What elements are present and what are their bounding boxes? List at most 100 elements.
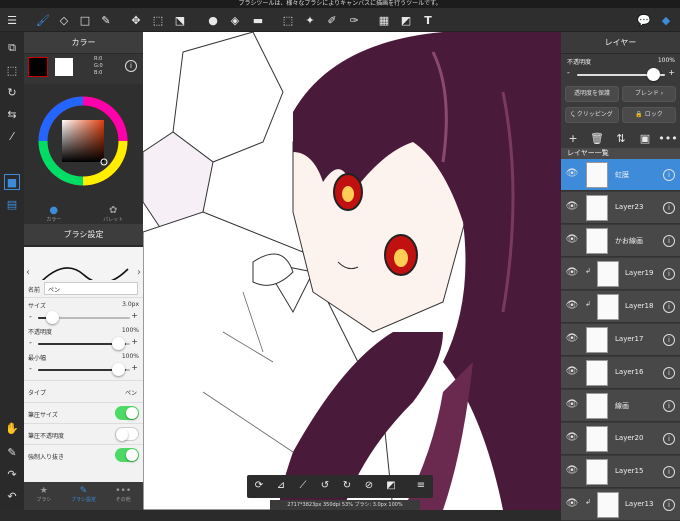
- mesh-transform-icon[interactable]: ⬔: [172, 12, 188, 28]
- visibility-eye-icon[interactable]: 👁: [565, 432, 579, 446]
- image-import-icon[interactable]: ▣: [637, 130, 653, 146]
- snap-off-icon[interactable]: ⟋: [296, 479, 310, 493]
- layer-row[interactable]: 👁 線画 i: [561, 390, 680, 422]
- visibility-eye-icon[interactable]: 👁: [565, 168, 579, 182]
- visibility-eye-icon[interactable]: 👁: [565, 234, 579, 248]
- rectangle-tool-icon[interactable]: □: [77, 12, 93, 28]
- redo-arrow-icon[interactable]: ↻: [340, 479, 354, 493]
- ruler-icon[interactable]: ⊿: [274, 479, 288, 493]
- reference-icon[interactable]: ◩: [384, 479, 398, 493]
- layer-info-icon[interactable]: i: [663, 367, 675, 379]
- layer-info-icon[interactable]: i: [663, 235, 675, 247]
- color-wheel[interactable]: [24, 84, 143, 202]
- transform-tool-icon[interactable]: ⬚: [150, 12, 166, 28]
- opacity-minus-icon[interactable]: -: [29, 338, 32, 347]
- layer-info-icon[interactable]: i: [663, 301, 675, 313]
- rotate-view-icon[interactable]: ⟳: [252, 479, 266, 493]
- pressure-opacity-toggle[interactable]: [115, 427, 139, 441]
- layer-row[interactable]: 👁 Layer17 i: [561, 324, 680, 356]
- size-plus-icon[interactable]: +: [131, 311, 138, 320]
- size-minus-icon[interactable]: -: [29, 312, 32, 321]
- rotate-canvas-icon[interactable]: ↻: [4, 84, 20, 100]
- eyedropper-icon[interactable]: ⁄: [4, 128, 20, 144]
- layer-row[interactable]: 👁 虹膜 i: [561, 159, 680, 191]
- brush-name-field[interactable]: ペン: [44, 282, 138, 295]
- opacity-plus-icon[interactable]: +: [131, 337, 138, 346]
- layer-opacity-knob[interactable]: [647, 68, 660, 81]
- next-brush-icon[interactable]: ›: [137, 267, 141, 278]
- color-wheel-area[interactable]: [24, 84, 143, 202]
- magic-wand-icon[interactable]: ✦: [302, 12, 318, 28]
- eraser-tool-icon[interactable]: ◇: [56, 12, 72, 28]
- layer-row[interactable]: 👁 ↲ Layer19 i: [561, 258, 680, 290]
- frame-fill-icon[interactable]: ◩: [398, 12, 414, 28]
- visibility-eye-icon[interactable]: 👁: [565, 366, 579, 380]
- minwidth-slider-knob[interactable]: [112, 363, 125, 376]
- layer-row[interactable]: 👁 Layer20 i: [561, 423, 680, 455]
- tab-color[interactable]: ● カラー: [24, 202, 84, 224]
- reorder-layer-icon[interactable]: ⇅: [613, 130, 629, 146]
- text-tool-icon[interactable]: T: [420, 12, 436, 28]
- flip-icon[interactable]: ⇆: [4, 106, 20, 122]
- layer-info-icon[interactable]: i: [663, 202, 675, 214]
- lock-button[interactable]: 🔒 ロック: [622, 107, 676, 123]
- brush-tool-icon[interactable]: 🖌: [35, 12, 51, 28]
- layer-opacity-minus-icon[interactable]: -: [567, 68, 570, 77]
- visibility-eye-icon[interactable]: 👁: [565, 267, 579, 281]
- layer-row[interactable]: 👁 Layer15 i: [561, 456, 680, 488]
- delete-layer-icon[interactable]: 🗑: [589, 130, 605, 146]
- primary-color-swatch[interactable]: [28, 57, 48, 77]
- pen-icon[interactable]: ✎: [4, 444, 20, 460]
- layer-info-icon[interactable]: i: [663, 499, 675, 511]
- select-pen-icon[interactable]: ✐: [324, 12, 340, 28]
- duplicate-icon[interactable]: ⧉: [4, 40, 20, 56]
- secondary-color-swatch[interactable]: [55, 58, 73, 76]
- drawing-canvas[interactable]: [143, 32, 561, 510]
- layer-row[interactable]: 👁 ↲ Layer13 i: [561, 489, 680, 521]
- blend-button[interactable]: ブレンド ›: [622, 86, 676, 102]
- redo-icon[interactable]: ↷: [4, 466, 20, 482]
- move-tool-icon[interactable]: ✥: [128, 12, 144, 28]
- add-layer-icon[interactable]: +: [565, 130, 581, 146]
- smudge-tool-icon[interactable]: ✎: [98, 12, 114, 28]
- color-info-icon[interactable]: i: [125, 60, 137, 72]
- layer-info-icon[interactable]: i: [663, 466, 675, 478]
- clipping-button[interactable]: ⤹ クリッピング: [565, 107, 619, 123]
- menu-lines-icon[interactable]: ≡: [414, 479, 428, 493]
- layer-info-icon[interactable]: i: [663, 268, 675, 280]
- selection-icon[interactable]: ⬚: [4, 62, 20, 78]
- layer-info-icon[interactable]: i: [663, 334, 675, 346]
- layer-row[interactable]: 👁 かお線画 i: [561, 225, 680, 257]
- layer-info-icon[interactable]: i: [663, 400, 675, 412]
- pressure-size-toggle[interactable]: [115, 406, 139, 420]
- undo-icon[interactable]: ↶: [4, 488, 20, 504]
- layer-row[interactable]: 👁 Layer16 i: [561, 357, 680, 389]
- tab-brush-settings[interactable]: ✎ ブラシ設定: [64, 482, 104, 510]
- hand-tool-icon[interactable]: ✋: [4, 420, 20, 436]
- layer-opacity-plus-icon[interactable]: +: [668, 68, 675, 77]
- undo-arrow-icon[interactable]: ↺: [318, 479, 332, 493]
- layer-info-icon[interactable]: i: [663, 433, 675, 445]
- layer-row[interactable]: 👁 Layer23 i: [561, 192, 680, 224]
- visibility-eye-icon[interactable]: 👁: [565, 201, 579, 215]
- frame-divider-icon[interactable]: ▦: [376, 12, 392, 28]
- brush-settings-icon[interactable]: ▤: [4, 196, 20, 212]
- layer-info-icon[interactable]: i: [663, 169, 675, 181]
- bucket-tool-icon[interactable]: ◈: [227, 12, 243, 28]
- menu-icon[interactable]: ☰: [4, 12, 20, 28]
- select-tool-icon[interactable]: ⬚: [280, 12, 296, 28]
- select-eraser-icon[interactable]: ✑: [346, 12, 362, 28]
- tab-other[interactable]: ••• その他: [103, 482, 143, 510]
- more-options-icon[interactable]: •••: [658, 130, 677, 146]
- visibility-eye-icon[interactable]: 👁: [565, 300, 579, 314]
- force-taper-toggle[interactable]: [115, 448, 139, 462]
- comment-icon[interactable]: 💬: [636, 12, 652, 28]
- stabilizer-icon[interactable]: ⊘: [362, 479, 376, 493]
- visibility-eye-icon[interactable]: 👁: [565, 399, 579, 413]
- type-row[interactable]: タイプ ペン: [24, 380, 143, 402]
- minwidth-minus-icon[interactable]: -: [29, 364, 32, 373]
- layer-row[interactable]: 👁 ↲ Layer18 i: [561, 291, 680, 323]
- color-swatch-icon[interactable]: ■: [4, 174, 20, 190]
- prev-brush-icon[interactable]: ‹: [26, 267, 30, 278]
- opacity-slider-knob[interactable]: [112, 337, 125, 350]
